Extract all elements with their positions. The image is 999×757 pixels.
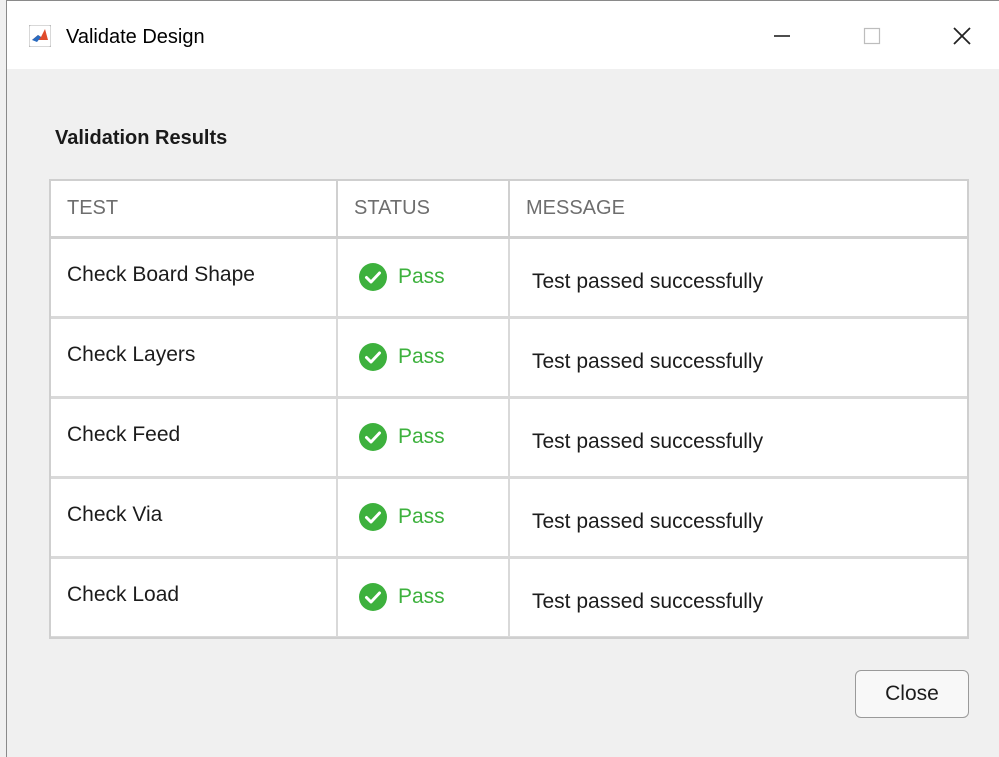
check-circle-icon: [359, 343, 387, 371]
message-text: Test passed successfully: [532, 590, 764, 613]
status-cell: Pass: [338, 319, 508, 396]
status-text: Pass: [398, 505, 445, 528]
message-cell: Test passed successfully: [510, 479, 967, 556]
column-header-status[interactable]: STATUS: [338, 181, 510, 236]
message-text: Test passed successfully: [532, 430, 764, 453]
message-text: Test passed successfully: [532, 510, 764, 533]
close-button[interactable]: Close: [855, 670, 969, 718]
table-row[interactable]: Check Feed Pass Test passed successfully: [51, 399, 967, 479]
status-cell: Pass: [338, 559, 508, 636]
message-text: Test passed successfully: [532, 350, 764, 373]
status-text: Pass: [398, 585, 445, 608]
message-cell: Test passed successfully: [510, 559, 967, 636]
test-name-cell: Check Layers: [51, 319, 336, 396]
status-text: Pass: [398, 425, 445, 448]
column-divider: [508, 181, 510, 236]
status-text: Pass: [398, 265, 445, 288]
validation-results-heading: Validation Results: [55, 127, 228, 149]
status-text: Pass: [398, 345, 445, 368]
test-name-cell: Check Via: [51, 479, 336, 556]
matlab-logo-icon: [29, 25, 51, 47]
validate-design-window: Validate Design Validation Results TEST …: [6, 0, 999, 757]
column-divider: [336, 181, 338, 236]
title-bar[interactable]: Validate Design: [7, 1, 999, 69]
close-window-button[interactable]: [939, 13, 985, 59]
message-cell: Test passed successfully: [510, 319, 967, 396]
maximize-button[interactable]: [849, 13, 895, 59]
check-circle-icon: [359, 263, 387, 291]
table-row[interactable]: Check Layers Pass Test passed successful…: [51, 319, 967, 399]
column-header-test[interactable]: TEST: [51, 181, 338, 236]
check-circle-icon: [359, 503, 387, 531]
test-name-cell: Check Feed: [51, 399, 336, 476]
window-title: Validate Design: [66, 26, 205, 48]
message-text: Test passed successfully: [532, 270, 764, 293]
table-row[interactable]: Check Board Shape Pass Test passed succe…: [51, 239, 967, 319]
check-circle-icon: [359, 583, 387, 611]
message-cell: Test passed successfully: [510, 239, 967, 316]
test-name-cell: Check Board Shape: [51, 239, 336, 316]
status-cell: Pass: [338, 399, 508, 476]
close-icon: [953, 27, 971, 45]
table-row[interactable]: Check Via Pass Test passed successfully: [51, 479, 967, 559]
table-header-row: TEST STATUS MESSAGE: [51, 181, 967, 239]
results-table: TEST STATUS MESSAGE Check Board Shape Pa…: [49, 179, 969, 639]
minimize-button[interactable]: [759, 13, 805, 59]
table-row[interactable]: Check Load Pass Test passed successfully: [51, 559, 967, 639]
status-cell: Pass: [338, 479, 508, 556]
maximize-icon: [863, 27, 881, 45]
message-cell: Test passed successfully: [510, 399, 967, 476]
status-cell: Pass: [338, 239, 508, 316]
column-header-message[interactable]: MESSAGE: [510, 181, 967, 236]
minimize-icon: [774, 35, 790, 37]
test-name-cell: Check Load: [51, 559, 336, 636]
check-circle-icon: [359, 423, 387, 451]
